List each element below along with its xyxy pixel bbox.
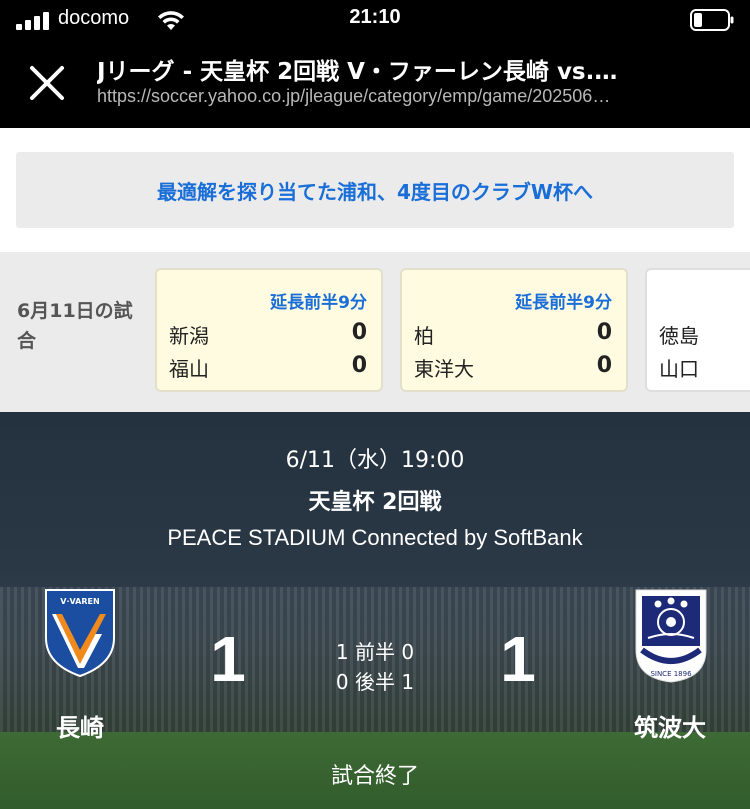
match-card-away: 東洋大 [414, 357, 474, 381]
page-url: https://soccer.yahoo.co.jp/jleague/categ… [97, 86, 611, 106]
match-card[interactable]: 延長前半9分 新潟 0 福山 0 [155, 268, 383, 392]
match-card-away-score: 0 [351, 353, 367, 378]
page-title: Jリーグ - 天皇杯 2回戦 V・ファーレン長崎 vs.… [97, 59, 618, 85]
svg-text:SINCE 1896: SINCE 1896 [650, 670, 692, 678]
away-team-emblem-icon[interactable]: SINCE 1896 [634, 588, 708, 684]
matches-day-label: 6月11日の試合 [17, 300, 133, 352]
status-bar: docomo 21:10 [0, 0, 750, 42]
battery-icon [690, 9, 734, 31]
headline-link[interactable]: 最適解を探り当てた浦和、4度目のクラブW杯へ [16, 152, 734, 228]
match-venue: PEACE STADIUM Connected by SoftBank [167, 525, 583, 550]
browser-header: docomo 21:10 Jリーグ - 天皇杯 2回戦 V・ファーレン長崎 vs… [0, 0, 750, 128]
match-card-away: 山口 [659, 357, 699, 381]
match-card-home: 柏 [414, 324, 434, 348]
match-card-status: 延長前半9分 [270, 293, 367, 313]
match-card-home-score: 0 [596, 320, 612, 345]
close-icon[interactable] [26, 62, 70, 106]
away-score: 1 [500, 623, 536, 695]
match-card[interactable]: 延長前半9分 柏 0 東洋大 0 [400, 268, 628, 392]
match-card-away-score: 0 [596, 353, 612, 378]
match-card[interactable]: 徳島 山口 [645, 268, 750, 392]
match-datetime: 6/11（水）19:00 [285, 448, 465, 473]
match-card-away: 福山 [169, 357, 209, 381]
match-card-home: 徳島 [659, 324, 699, 348]
match-card-home: 新潟 [169, 324, 209, 348]
match-status: 試合終了 [330, 764, 419, 789]
match-card-home-score: 0 [351, 320, 367, 345]
away-team-name[interactable]: 筑波大 [620, 708, 720, 743]
status-time: 21:10 [349, 6, 401, 28]
match-competition: 天皇杯 2回戦 [308, 490, 442, 515]
scoreboard: 6/11（水）19:00 天皇杯 2回戦 PEACE STADIUM Conne… [0, 412, 750, 809]
other-matches-strip: 6月11日の試合 延長前半9分 新潟 0 福山 0 延長前半9分 柏 0 東洋大… [0, 252, 750, 412]
svg-text:V·VAREN: V·VAREN [60, 597, 99, 606]
match-card-status: 延長前半9分 [515, 293, 612, 313]
home-team-name[interactable]: 長崎 [30, 708, 130, 743]
